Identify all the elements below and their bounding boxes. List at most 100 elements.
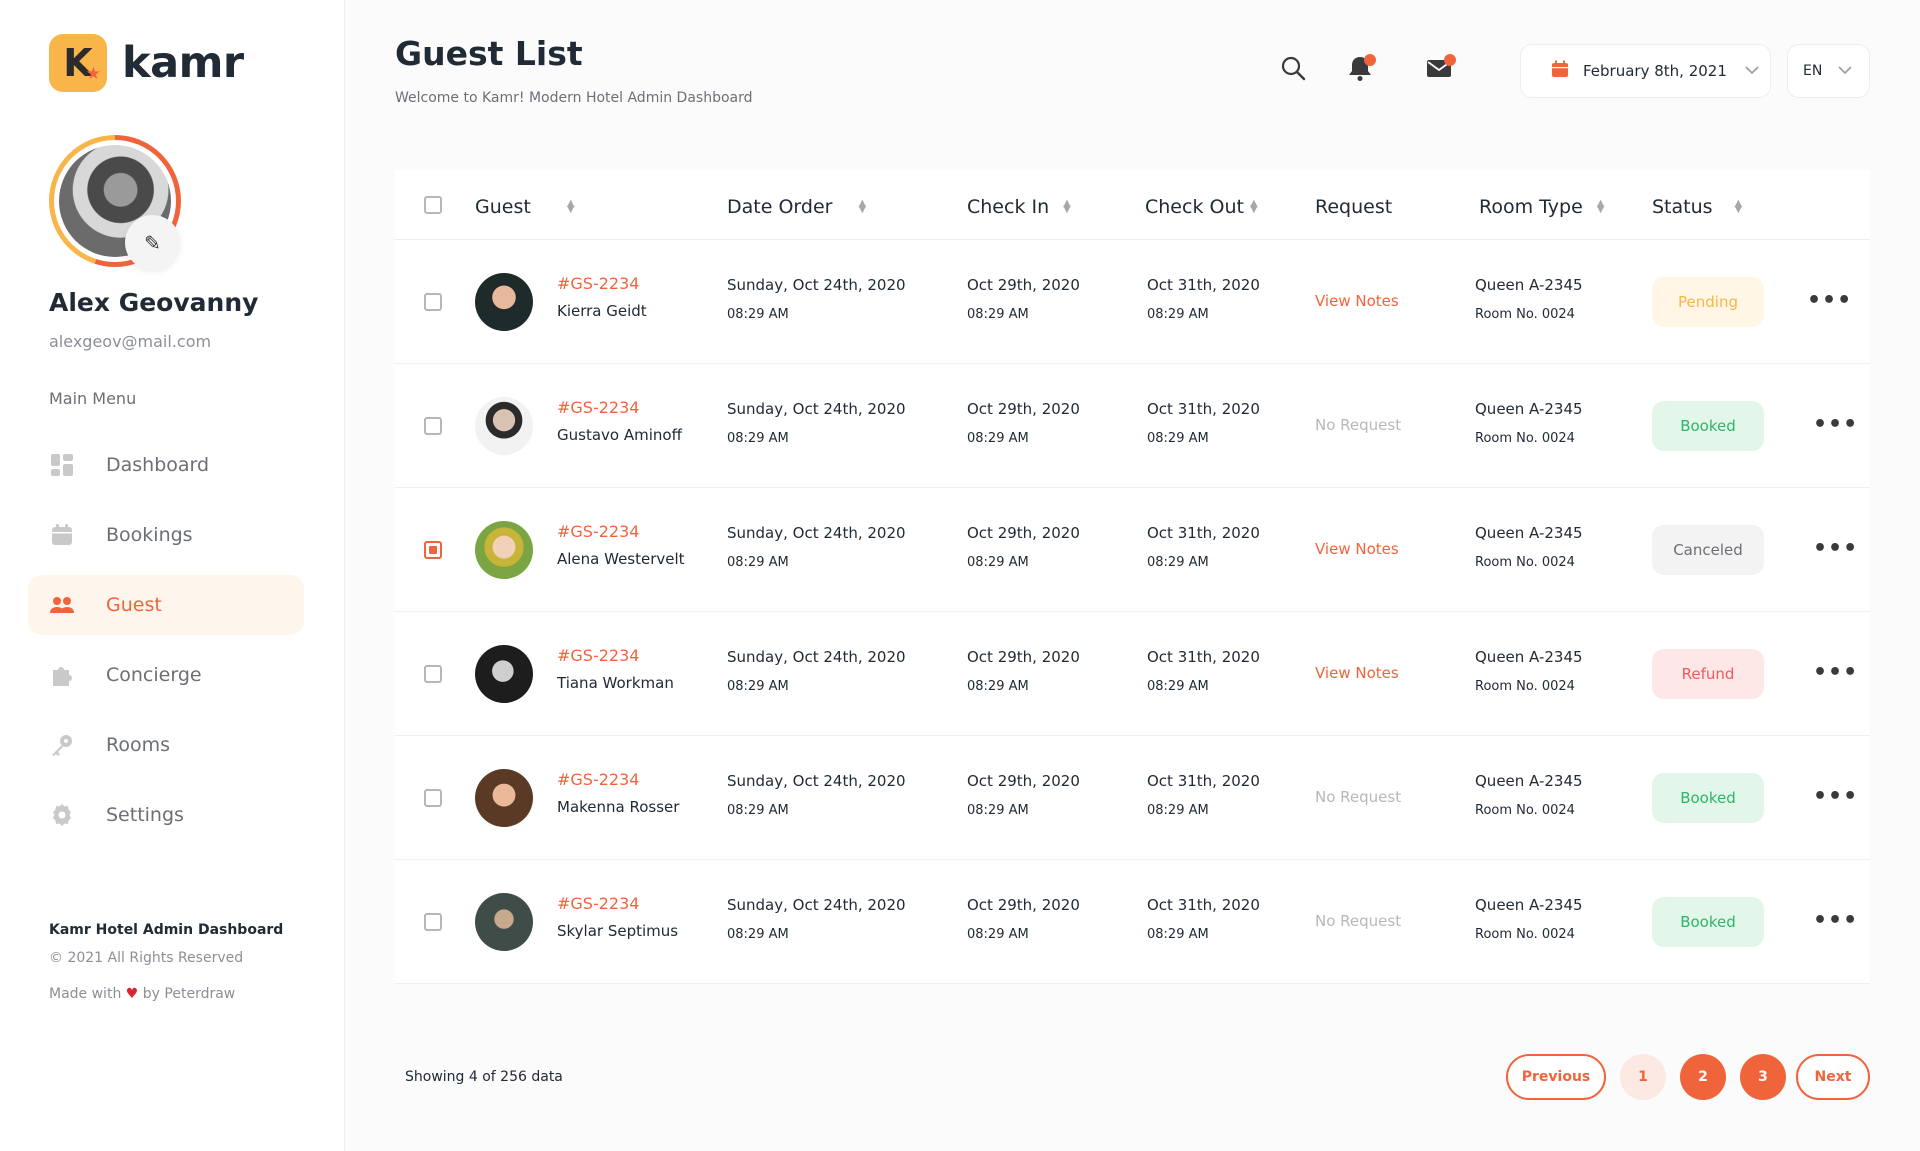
guest-table: Guest ▲ ▼ Date Order ▲ ▼ Check In ▲ ▼ Check… (395, 170, 1870, 984)
guest-id[interactable]: #GS-2234 (557, 522, 639, 541)
guest-avatar (475, 645, 533, 703)
column-header-guest[interactable]: Guest ▲ ▼ (475, 196, 575, 218)
column-label: Check In (967, 196, 1050, 218)
guest-id[interactable]: #GS-2234 (557, 894, 639, 913)
column-header-status[interactable]: Status ▲ ▼ (1652, 196, 1742, 218)
guest-id[interactable]: #GS-2234 (557, 646, 639, 665)
check-out-time: 08:29 AM (1147, 927, 1209, 942)
sidebar-item-rooms[interactable]: Rooms (28, 715, 304, 775)
order-date: Sunday, Oct 24th, 2020 (727, 400, 906, 418)
select-all-checkbox[interactable] (424, 196, 442, 214)
page-button-2[interactable]: 2 (1680, 1054, 1726, 1100)
showing-count: Showing 4 of 256 data (405, 1069, 563, 1085)
sidebar-item-dashboard[interactable]: Dashboard (28, 435, 304, 495)
language-select[interactable]: EN (1787, 44, 1870, 98)
main-menu: Dashboard Bookings Guest Concierge Rooms (28, 435, 304, 855)
page-button-3[interactable]: 3 (1740, 1054, 1786, 1100)
room-number: Room No. 0024 (1475, 927, 1575, 942)
row-checkbox[interactable] (424, 293, 442, 311)
guest-avatar (475, 273, 533, 331)
check-in-date: Oct 29th, 2020 (967, 896, 1080, 914)
view-notes-link[interactable]: View Notes (1315, 292, 1399, 310)
notifications-button[interactable] (1342, 52, 1378, 88)
chevron-down-icon (1745, 63, 1759, 79)
row-checkbox[interactable] (424, 417, 442, 435)
check-in-time: 08:29 AM (967, 555, 1029, 570)
guest-avatar (475, 397, 533, 455)
room-type: Queen A-2345 (1475, 648, 1583, 666)
guest-name: Alena Westervelt (557, 550, 685, 568)
table-row[interactable]: #GS-2234 Gustavo Aminoff Sunday, Oct 24t… (395, 364, 1870, 488)
view-notes-link[interactable]: View Notes (1315, 664, 1399, 682)
column-header-room-type[interactable]: Room Type ▲ ▼ (1479, 196, 1605, 218)
more-options-button[interactable]: ••• (1813, 908, 1858, 933)
more-options-button[interactable]: ••• (1813, 660, 1858, 685)
sidebar-item-label: Guest (106, 594, 162, 616)
check-in-date: Oct 29th, 2020 (967, 400, 1080, 418)
sidebar-item-bookings[interactable]: Bookings (28, 505, 304, 565)
sidebar-item-label: Settings (106, 804, 184, 826)
guest-id[interactable]: #GS-2234 (557, 398, 639, 417)
more-options-button[interactable]: ••• (1813, 536, 1858, 561)
check-in-date: Oct 29th, 2020 (967, 276, 1080, 294)
table-row[interactable]: #GS-2234 Makenna Rosser Sunday, Oct 24th… (395, 736, 1870, 860)
next-page-button[interactable]: Next (1796, 1054, 1870, 1100)
brand-logo[interactable]: K ★ kamr (49, 34, 244, 92)
messages-button[interactable] (1422, 52, 1458, 88)
room-type: Queen A-2345 (1475, 896, 1583, 914)
sort-icon: ▲ ▼ (1249, 198, 1258, 215)
sidebar-item-guest[interactable]: Guest (28, 575, 304, 635)
check-out-date: Oct 31th, 2020 (1147, 648, 1260, 666)
row-checkbox[interactable] (424, 665, 442, 683)
view-notes-link[interactable]: View Notes (1315, 540, 1399, 558)
row-checkbox[interactable] (424, 541, 442, 559)
check-in-date: Oct 29th, 2020 (967, 524, 1080, 542)
column-header-check-out[interactable]: Check Out ▲ ▼ (1145, 196, 1258, 218)
check-in-date: Oct 29th, 2020 (967, 772, 1080, 790)
sort-icon: ▲ ▼ (566, 198, 575, 215)
selected-language: EN (1803, 63, 1823, 79)
more-options-button[interactable]: ••• (1813, 784, 1858, 809)
puzzle-icon (48, 661, 76, 689)
order-date: Sunday, Oct 24th, 2020 (727, 276, 906, 294)
ellipsis-icon: ••• (1813, 660, 1859, 685)
ellipsis-icon: ••• (1813, 412, 1859, 437)
page-button-1[interactable]: 1 (1620, 1054, 1666, 1100)
order-time: 08:29 AM (727, 307, 789, 322)
room-number: Room No. 0024 (1475, 307, 1575, 322)
status-badge: Booked (1652, 401, 1764, 451)
search-button[interactable] (1275, 52, 1311, 88)
sidebar-item-concierge[interactable]: Concierge (28, 645, 304, 705)
column-header-date-order[interactable]: Date Order ▲ ▼ (727, 196, 866, 218)
menu-title: Main Menu (49, 389, 137, 408)
table-row[interactable]: #GS-2234 Alena Westervelt Sunday, Oct 24… (395, 488, 1870, 612)
row-checkbox[interactable] (424, 913, 442, 931)
sidebar-item-settings[interactable]: Settings (28, 785, 304, 845)
previous-page-button[interactable]: Previous (1506, 1054, 1606, 1100)
column-header-check-in[interactable]: Check In ▲ ▼ (967, 196, 1071, 218)
check-out-time: 08:29 AM (1147, 307, 1209, 322)
check-out-date: Oct 31th, 2020 (1147, 772, 1260, 790)
table-row[interactable]: #GS-2234 Skylar Septimus Sunday, Oct 24t… (395, 860, 1870, 984)
row-checkbox[interactable] (424, 789, 442, 807)
guest-avatar (475, 521, 533, 579)
order-time: 08:29 AM (727, 679, 789, 694)
date-picker[interactable]: February 8th, 2021 (1520, 44, 1771, 98)
guest-id[interactable]: #GS-2234 (557, 770, 639, 789)
ellipsis-icon: ••• (1813, 908, 1859, 933)
table-row[interactable]: #GS-2234 Kierra Geidt Sunday, Oct 24th, … (395, 240, 1870, 364)
profile-name: Alex Geovanny (49, 288, 259, 317)
gear-icon (48, 801, 76, 829)
column-label: Room Type (1479, 196, 1583, 218)
room-number: Room No. 0024 (1475, 431, 1575, 446)
ellipsis-icon: ••• (1807, 288, 1853, 313)
table-row[interactable]: #GS-2234 Tiana Workman Sunday, Oct 24th,… (395, 612, 1870, 736)
sort-icon: ▲ ▼ (1734, 198, 1743, 215)
check-in-time: 08:29 AM (967, 431, 1029, 446)
guest-avatar (475, 769, 533, 827)
guest-id[interactable]: #GS-2234 (557, 274, 639, 293)
footer-title: Kamr Hotel Admin Dashboard (49, 922, 284, 938)
more-options-button[interactable]: ••• (1807, 288, 1852, 313)
edit-profile-button[interactable]: ✎ (125, 215, 180, 270)
more-options-button[interactable]: ••• (1813, 412, 1858, 437)
